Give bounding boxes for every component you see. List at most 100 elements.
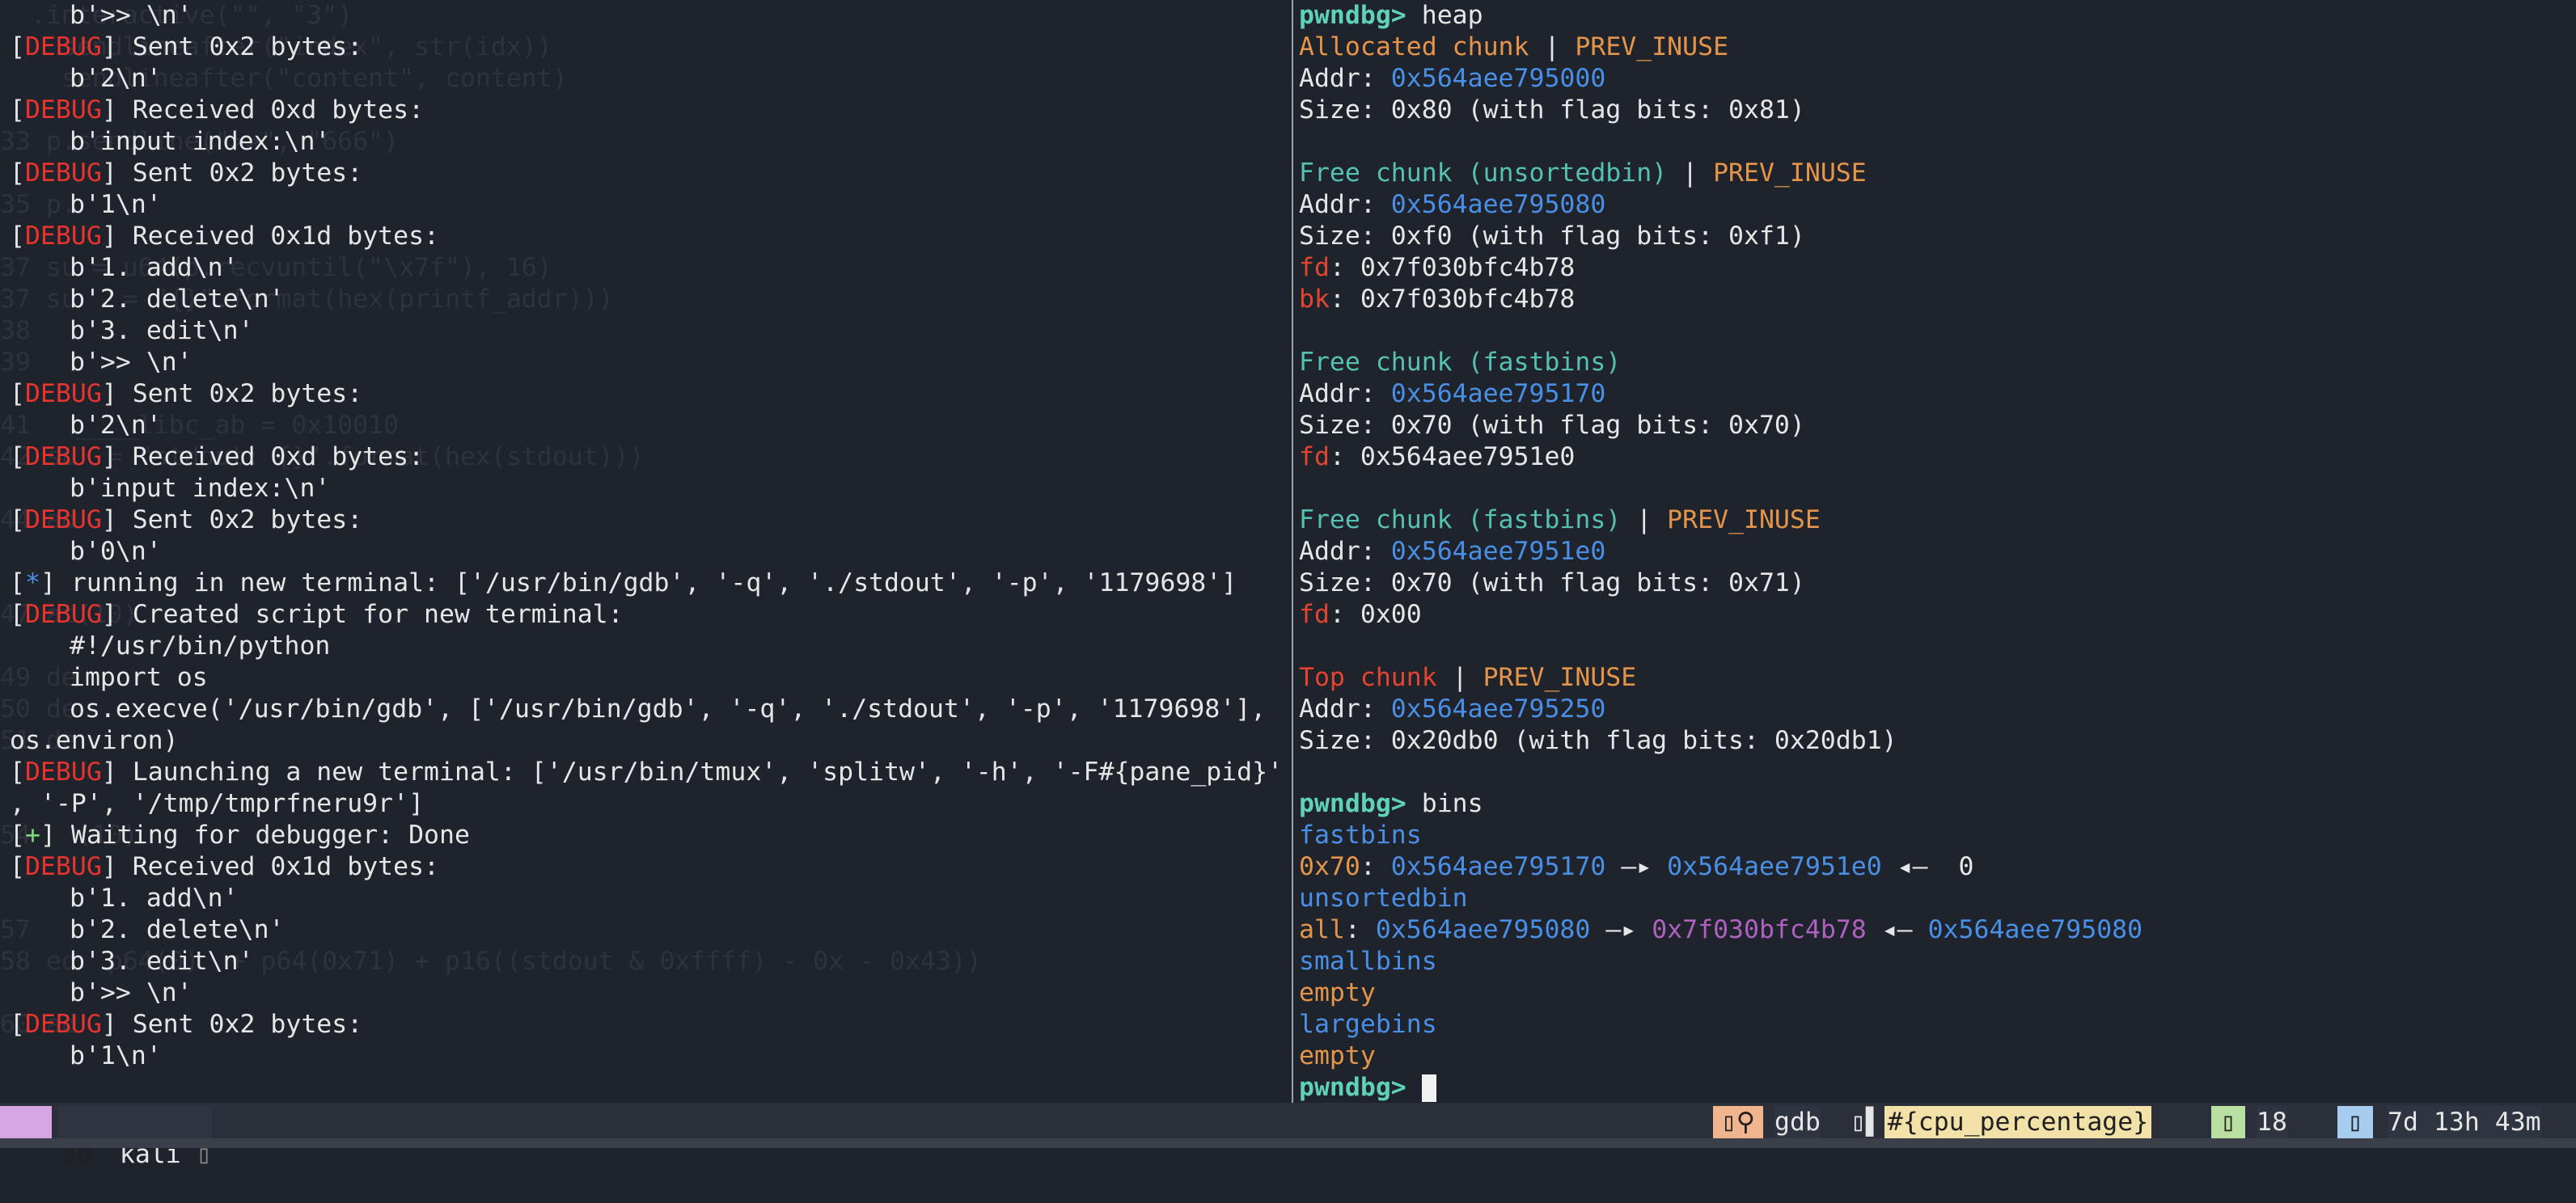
pwndbg-prompt: pwndbg> [1299,1073,1406,1102]
chunk-flag: PREV_INUSE [1713,158,1867,188]
log-text: Created script for new terminal: [116,600,624,629]
line-content: b'2. delete\n' [70,915,285,944]
log-text: os.execve('/usr/bin/gdb', ['/usr/bin/gdb… [70,694,1267,724]
terminal-line: Addr: 0x564aee7951e0 [1299,536,2576,568]
terminal-line: Allocated chunk | PREV_INUSE [1299,32,2576,63]
terminal-line: fastbins [1299,820,2576,851]
terminal-line: Free chunk (fastbins) | PREV_INUSE [1299,504,2576,536]
log-text: Sent 0x2 bytes: [116,379,363,408]
log-text: #!/usr/bin/python [70,631,331,661]
plus-tag: + [24,821,40,850]
unsorted-entry: 0x564aee795080 [1375,915,1591,944]
bk-value: 0x7f030bfc4b78 [1360,285,1576,314]
chunk-flag: PREV_INUSE [1575,32,1729,61]
terminal-line: 58 ed p64(0) + p64(0x71) + p16((stdout &… [0,946,1286,977]
arrow: ◂— [1866,915,1928,944]
terminal-line: [DEBUG] Sent 0x2 bytes: [0,158,1286,189]
unsorted-entry: 0x7f030bfc4b78 [1652,915,1867,944]
log-text: b'1\n' [70,1041,162,1070]
terminal-line: [DEBUG] Received 0xd bytes: [0,95,1286,126]
line-content: b'1. add\n' [70,253,239,282]
terminal-line: 60 ad [DEBUG] Sent 0x2 bytes: [0,1009,1286,1040]
window-name[interactable]: gdb [1774,1106,1821,1138]
line-content: [DEBUG] Received 0xd bytes: [10,95,425,125]
line-content: [DEBUG] Sent 0x2 bytes: [10,158,363,188]
line-content: [DEBUG] Launching a new terminal: ['/usr… [10,758,1284,787]
fd-label: fd [1299,253,1330,282]
line-content: [*] running in new terminal: ['/usr/bin/… [10,568,1237,597]
terminal-line: 44 ad [DEBUG] Sent 0x2 bytes: [0,504,1286,536]
terminal-line: Addr: 0x564aee795170 [1299,378,2576,410]
log-text: b'2. delete\n' [70,915,285,944]
pwndbg-prompt: pwndbg> [1299,789,1406,818]
terminal-line: 35 p. b'1\n' [0,189,1286,221]
terminal-line: 33 p.sendline(">>", "666") b'input index:… [0,126,1286,158]
line-content: b'3. edit\n' [70,947,254,976]
addr-label: Addr: [1299,64,1391,93]
background-editor-text: 49 de [0,663,77,692]
terminal-line: 57 b'2. delete\n' [0,914,1286,946]
chunk-flag: PREV_INUSE [1483,663,1637,692]
terminal-cursor[interactable] [1421,1074,1436,1102]
chunk-size: Size: 0x20db0 (with flag bits: 0x20db1) [1299,726,1897,755]
terminal-line: Free chunk (unsortedbin) | PREV_INUSE [1299,158,2576,189]
line-content: , '-P', '/tmp/tmprfneru9r'] [10,789,424,818]
terminal-line: Addr: 0x564aee795250 [1299,694,2576,725]
terminal-line: sendlineafter("index", str(idx)) [DEBUG] … [0,32,1286,63]
command-text: bins [1406,789,1483,818]
line-content: [DEBUG] Sent 0x2 bytes: [10,1010,363,1039]
line-content: b'3. edit\n' [70,316,254,345]
debug-tag: DEBUG [24,95,102,125]
fd-label: fd [1299,600,1330,629]
log-text: b'3. edit\n' [70,947,254,976]
terminal-line: 0x70: 0x564aee795170 —▸ 0x564aee7951e0 ◂… [1299,852,1974,881]
line-content: [DEBUG] Received 0x1d bytes: [10,222,440,251]
terminal-line: .interactive("", "3") b'>> \n' [0,0,1286,32]
log-text: b'0\n' [70,537,162,566]
log-text: Waiting for debugger: Done [55,821,470,850]
terminal-line: , '-P', '/tmp/tmprfneru9r'] [0,788,1286,820]
terminal-line: largebins [1299,1009,2576,1040]
debug-tag: DEBUG [24,505,102,534]
log-text: Sent 0x2 bytes: [116,32,363,61]
terminal-line: fd: 0x00 [1299,600,1422,629]
fastbin-end: 0 [1943,852,1974,881]
debug-tag: DEBUG [24,442,102,471]
line-content: [DEBUG] Sent 0x2 bytes: [10,32,363,61]
line-content: b'>> \n' [70,978,192,1007]
left-terminal-pane[interactable]: .interactive("", "3") b'>> \n' sendlineaf… [0,0,1286,1103]
session-index-badge[interactable]: ▯0 [0,1106,92,1169]
line-content: [DEBUG] Sent 0x2 bytes: [10,505,363,534]
terminal-line: [DEBUG] Launching a new terminal: ['/usr… [0,757,1286,788]
log-text: b'2\n' [70,411,162,440]
clock-icon: ▯ [2211,1106,2245,1138]
log-text: b'1. add\n' [70,884,239,913]
largebins-value: empty [1299,1041,1376,1070]
fd-value: 0x7f030bfc4b78 [1360,253,1576,282]
log-text: b'>> \n' [70,978,192,1007]
fastbin-entry: 0x564aee795170 [1390,852,1606,881]
session-name[interactable]: kali ▯ [58,1106,212,1169]
log-text: b'input index:\n' [70,474,331,503]
pane-separator[interactable] [1292,0,1293,1103]
fastbins-label: fastbins [1299,821,1422,850]
terminal-line: Addr: 0x564aee795000 [1299,63,2576,95]
log-text: Received 0x1d bytes: [116,222,440,251]
line-content: b'>> \n' [70,348,192,377]
line-content: b'2\n' [70,411,162,440]
terminal-line: sendlineafter("content", content) b'2\n' [0,63,1286,95]
fastbin-entry: 0x564aee7951e0 [1667,852,1882,881]
smallbins-value: empty [1299,978,1376,1007]
terminal-line: Size: 0x20db0 (with flag bits: 0x20db1) [1299,725,2576,757]
terminal-line: pwndbg> heap [1299,0,2576,32]
log-text: Sent 0x2 bytes: [116,158,363,188]
arrow: ◂— [1881,852,1944,881]
addr-label: Addr: [1299,190,1391,219]
terminal-line: 37 su = u64(p.recvuntil("\x7f"), 16) b'1.… [0,252,1286,284]
right-terminal-pane-pwndbg[interactable]: pwndbg> heap Allocated chunk | PREV_INUSE… [1299,0,2576,1103]
debug-tag: DEBUG [24,758,102,787]
terminal-line: b'>> \n' [0,977,1286,1009]
tmux-status-bar: ▯0 kali ▯ ▯⚲ gdb ▯▌ #{cpu_percentage} ▯ … [0,1103,2576,1169]
